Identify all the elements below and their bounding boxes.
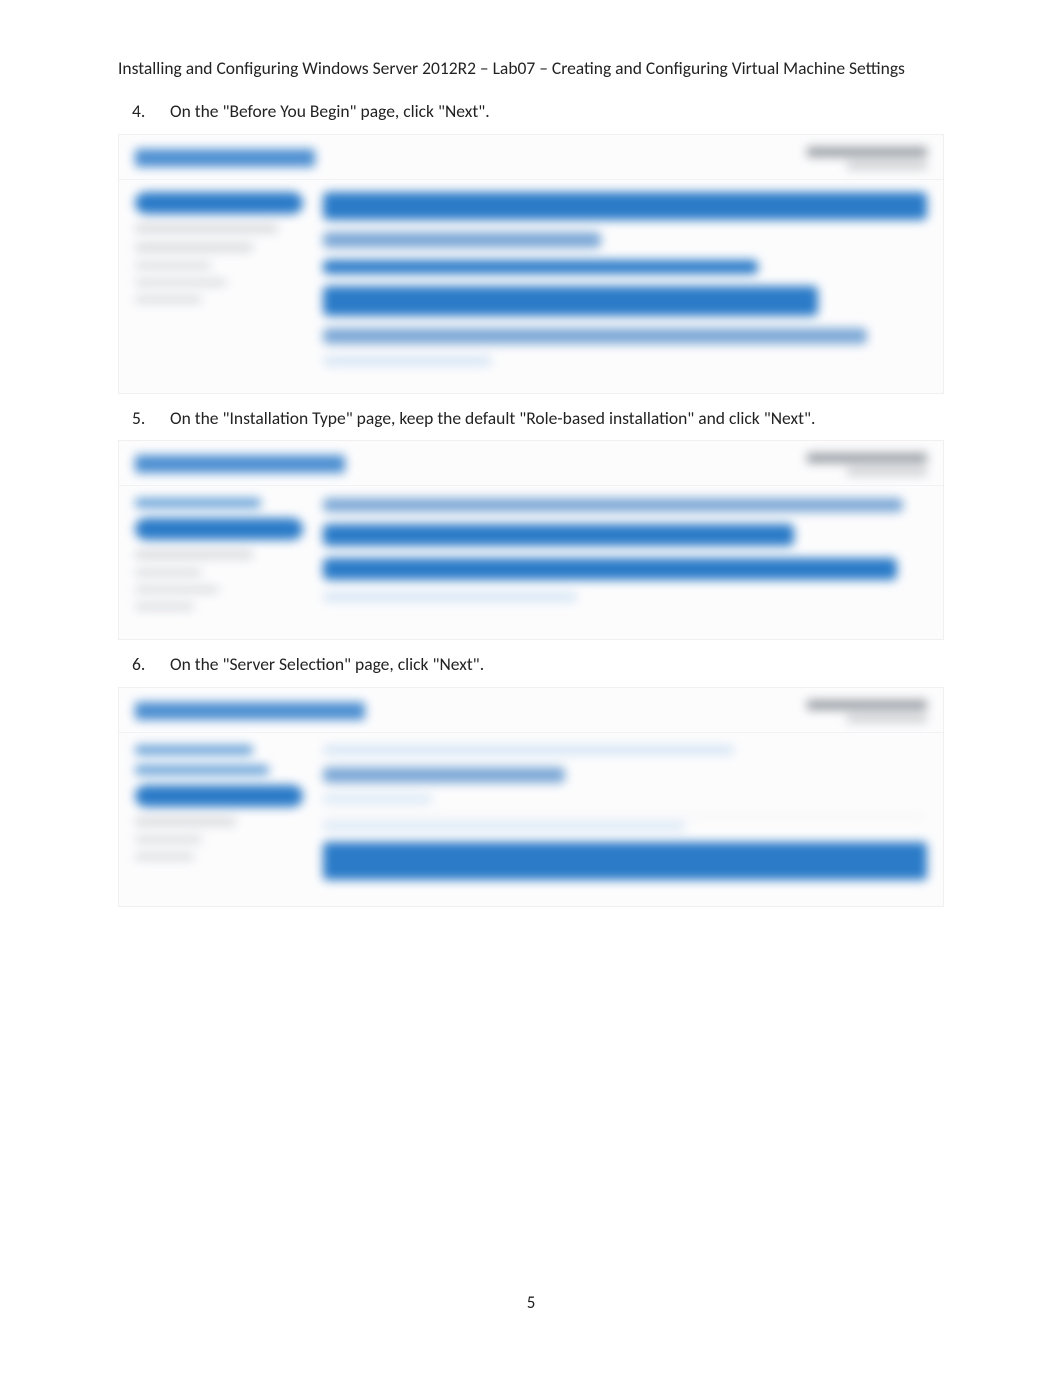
wizard-content [323,745,927,880]
wizard-installation-type [118,440,944,640]
wizard-destination [807,147,927,169]
nav-item [135,262,211,269]
wizard-title [135,455,345,473]
wizard-content [323,192,927,366]
wizard-body [119,180,943,382]
content-block [323,767,565,783]
nav-item [135,853,194,860]
nav-item [135,224,278,233]
wizard-content [323,498,927,610]
nav-item [135,586,219,593]
page-number: 5 [0,1292,1062,1313]
content-block [323,498,903,512]
wizard-destination [807,700,927,722]
content-block [323,328,867,344]
content-block [323,192,927,220]
nav-item-active [135,192,303,214]
nav-item-active [135,785,303,807]
step-5: 5. On the "Installation Type" page, keep… [118,406,944,431]
wizard-header [119,135,943,180]
step-number: 6. [132,652,145,677]
content-block [323,260,758,274]
wizard-nav [135,498,303,610]
nav-item [135,745,253,755]
wizard-body [119,733,943,896]
nav-item [135,603,194,610]
table-header [323,822,685,830]
nav-item [135,550,253,559]
nav-item [135,243,253,252]
content-block [323,356,492,366]
content-block [323,232,601,248]
wizard-title [135,702,365,720]
step-number: 4. [132,99,145,124]
nav-item [135,765,269,775]
nav-item [135,569,202,576]
step-4: 4. On the "Before You Begin" page, click… [118,99,944,124]
content-block [323,745,734,755]
content-block [323,592,577,602]
content-block [323,286,818,316]
step-text: On the "Installation Type" page, keep th… [170,407,815,429]
nav-item-active [135,518,303,540]
step-6: 6. On the "Server Selection" page, click… [118,652,944,677]
document-title: Installing and Configuring Windows Serve… [118,57,905,79]
nav-item [135,279,227,286]
wizard-header [119,688,943,733]
wizard-body [119,486,943,626]
step-text: On the "Before You Begin" page, click "N… [170,100,490,122]
document-header: Installing and Configuring Windows Serve… [118,56,944,81]
nav-item [135,296,202,303]
wizard-before-you-begin [118,134,944,394]
content-block [323,795,432,803]
wizard-nav [135,745,303,880]
nav-item [135,498,261,508]
wizard-server-selection [118,687,944,907]
wizard-title [135,149,315,167]
step-text: On the "Server Selection" page, click "N… [170,653,484,675]
table-row-selected [323,842,927,880]
content-block [323,524,794,546]
nav-item [135,836,202,843]
content-block [323,558,897,580]
wizard-destination [807,453,927,475]
step-number: 5. [132,406,145,431]
wizard-nav [135,192,303,366]
wizard-header [119,441,943,486]
nav-item [135,817,236,826]
